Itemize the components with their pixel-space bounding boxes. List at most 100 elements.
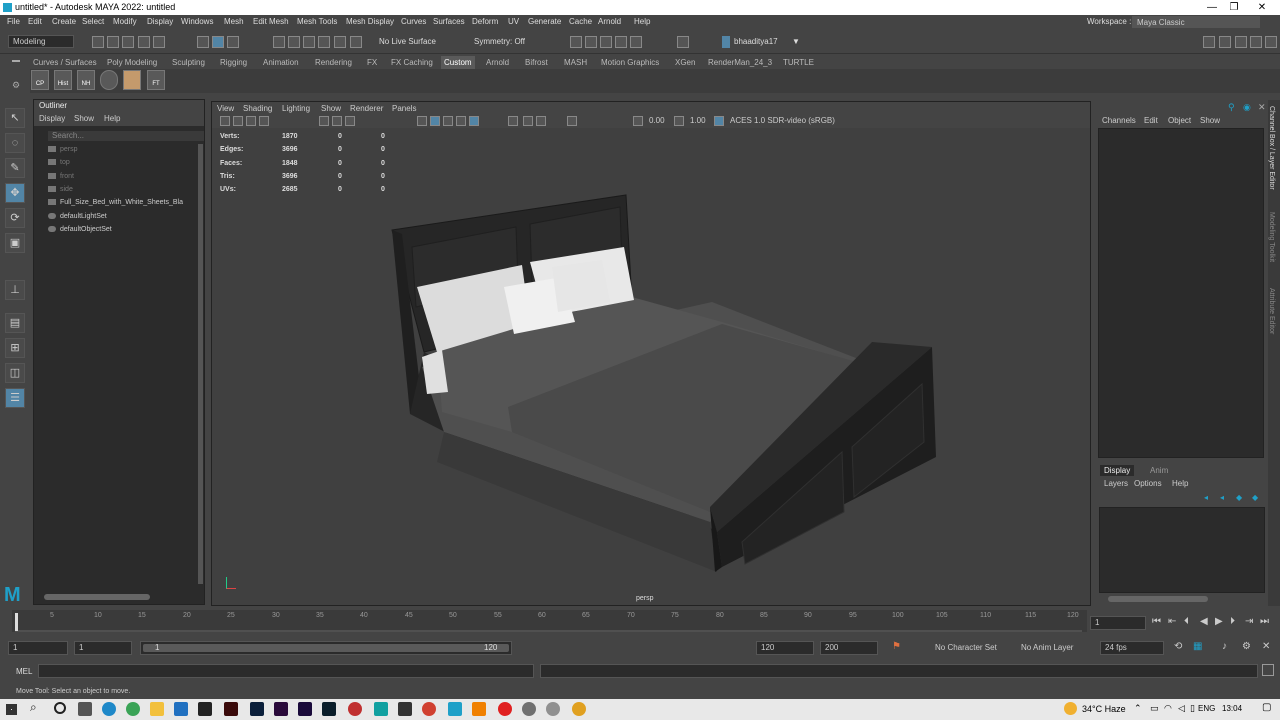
time-slider[interactable]: 5 10 15 20 25 30 35 40 45 50 55 60 65 70… [12, 610, 1087, 632]
render-frame-icon[interactable] [570, 36, 582, 48]
taskbar-app2-icon[interactable] [348, 702, 362, 716]
shelf-tab-xgen[interactable]: XGen [672, 56, 698, 69]
scale-tool-icon[interactable]: ▣ [5, 233, 25, 253]
weather-text[interactable]: 34°C Haze [1082, 704, 1126, 714]
current-frame-field[interactable]: 1 [1090, 616, 1146, 630]
play-forwards-icon[interactable]: ▶ [1215, 616, 1223, 627]
shelf-tab-fx-caching[interactable]: FX Caching [388, 56, 436, 69]
taskbar-chrome3-icon[interactable] [522, 702, 536, 716]
outliner-layout-icon[interactable]: ☰ [5, 388, 25, 408]
shelf-tab-bifrost[interactable]: Bifrost [522, 56, 551, 69]
menu-uv[interactable]: UV [508, 15, 519, 29]
shelf-tab-fx[interactable]: FX [364, 56, 380, 69]
save-scene-icon[interactable] [122, 36, 134, 48]
current-time-marker[interactable] [15, 613, 18, 631]
task-view-icon[interactable] [54, 702, 66, 714]
battery-icon[interactable]: ▯ [1190, 703, 1195, 714]
menu-arnold[interactable]: Arnold [598, 15, 621, 29]
paint-select-tool-icon[interactable]: ✎ [5, 158, 25, 178]
menu-modify[interactable]: Modify [113, 15, 137, 29]
redo-icon[interactable] [153, 36, 165, 48]
taskbar-media-encoder-icon[interactable] [322, 702, 336, 716]
shelf-menu-icon[interactable] [12, 60, 20, 62]
script-editor-icon[interactable] [1262, 664, 1274, 676]
menu-generate[interactable]: Generate [528, 15, 561, 29]
outliner-item-default-object-set[interactable]: defaultObjectSet [48, 223, 112, 236]
layer-menu-layers[interactable]: Layers [1104, 479, 1128, 488]
loop-icon[interactable]: ⟲ [1174, 641, 1182, 652]
snap-point-icon[interactable] [303, 36, 315, 48]
shelf-hand-icon[interactable] [123, 70, 141, 90]
snap-grid-icon[interactable] [273, 36, 285, 48]
network-icon[interactable]: ▭ [1150, 703, 1159, 714]
ipr-render-icon[interactable] [585, 36, 597, 48]
auto-key-icon[interactable]: ⚑ [892, 641, 901, 652]
taskbar-app-icon[interactable] [198, 702, 212, 716]
workspace-dropdown[interactable]: Maya Classic [1132, 16, 1260, 28]
menuset-dropdown[interactable]: Modeling [8, 35, 74, 48]
menu-select[interactable]: Select [82, 15, 104, 29]
new-scene-icon[interactable] [92, 36, 104, 48]
step-forward-frame-icon[interactable]: ⏵ [1230, 616, 1235, 627]
taskbar-premiere-icon[interactable] [274, 702, 288, 716]
layer-move-down-icon[interactable]: ◂ [1220, 493, 1224, 502]
taskbar-acrobat-icon[interactable] [224, 702, 238, 716]
taskbar-vlc-icon[interactable] [472, 702, 486, 716]
snap-live-icon[interactable] [350, 36, 362, 48]
outliner-menu-display[interactable]: Display [39, 114, 65, 123]
menu-windows[interactable]: Windows [181, 15, 213, 29]
outliner-item-top[interactable]: top [48, 156, 70, 169]
four-view-layout-icon[interactable]: ⊞ [5, 338, 25, 358]
windows-start-icon[interactable] [6, 704, 17, 715]
range-slider[interactable]: 1 120 [140, 641, 512, 655]
symmetry-label[interactable]: Symmetry: Off [474, 37, 525, 46]
select-component-icon[interactable] [227, 36, 239, 48]
layer-move-up-icon[interactable]: ◂ [1204, 493, 1208, 502]
single-perspective-layout-icon[interactable]: ▤ [5, 313, 25, 333]
render-settings-icon[interactable] [600, 36, 612, 48]
bed-model[interactable] [212, 102, 1090, 605]
hypershade-icon[interactable] [615, 36, 627, 48]
outliner-menu-help[interactable]: Help [104, 114, 120, 123]
taskbar-after-effects-icon[interactable] [298, 702, 312, 716]
tab-channel-box-layer-editor[interactable]: Channel Box / Layer Editor [1268, 106, 1275, 190]
close-button[interactable]: ✕ [1250, 0, 1274, 15]
select-object-icon[interactable] [212, 36, 224, 48]
select-tool-icon[interactable]: ↖ [5, 108, 25, 128]
channel-box-menu-show[interactable]: Show [1200, 116, 1220, 125]
tool-settings-icon[interactable] [1250, 36, 1262, 48]
taskbar-photoshop-icon[interactable] [250, 702, 264, 716]
new-layer-selected-icon[interactable]: ◆ [1252, 493, 1258, 502]
scene-end-frame-field[interactable]: 200 [820, 641, 878, 655]
layer-menu-options[interactable]: Options [1134, 479, 1162, 488]
outliner-search-input[interactable]: Search... [48, 131, 204, 141]
outliner-vertical-scrollbar[interactable] [198, 144, 203, 584]
search-icon[interactable]: ⌕ [30, 700, 37, 715]
move-tool-icon[interactable]: ✥ [5, 183, 25, 203]
shelf-tab-motion-graphics[interactable]: Motion Graphics [598, 56, 662, 69]
menu-file[interactable]: File [7, 15, 20, 29]
shelf-tab-animation[interactable]: Animation [260, 56, 302, 69]
show-hidden-icons-icon[interactable]: ⌃ [1134, 703, 1142, 714]
layer-menu-help[interactable]: Help [1172, 479, 1188, 488]
snap-surface-icon[interactable] [318, 36, 330, 48]
outliner-item-front[interactable]: front [48, 170, 74, 183]
taskbar-explorer-icon[interactable] [150, 702, 164, 716]
taskbar-chrome-icon[interactable] [126, 702, 140, 716]
shelf-cp-icon[interactable]: CP [31, 70, 49, 90]
step-back-frame-icon[interactable]: ⏴ [1184, 616, 1189, 627]
menu-display[interactable]: Display [147, 15, 173, 29]
taskbar-mail-icon[interactable] [174, 702, 188, 716]
outliner-horizontal-scrollbar[interactable] [44, 594, 150, 600]
shelf-hist-icon[interactable]: Hist [54, 70, 72, 90]
taskbar-chrome2-icon[interactable] [422, 702, 436, 716]
shelf-tab-custom[interactable]: Custom [441, 56, 475, 69]
two-pane-layout-icon[interactable]: ◫ [5, 363, 25, 383]
cache-playback-icon[interactable]: ▦ [1193, 641, 1202, 652]
preferences-icon[interactable]: ⚙ [1242, 641, 1251, 652]
menu-mesh[interactable]: Mesh [224, 15, 244, 29]
new-layer-icon[interactable]: ◆ [1236, 493, 1242, 502]
user-account-label[interactable]: bhaaditya17 [734, 37, 778, 46]
minimize-button[interactable]: — [1200, 0, 1224, 15]
range-slider-bar[interactable] [143, 644, 509, 652]
